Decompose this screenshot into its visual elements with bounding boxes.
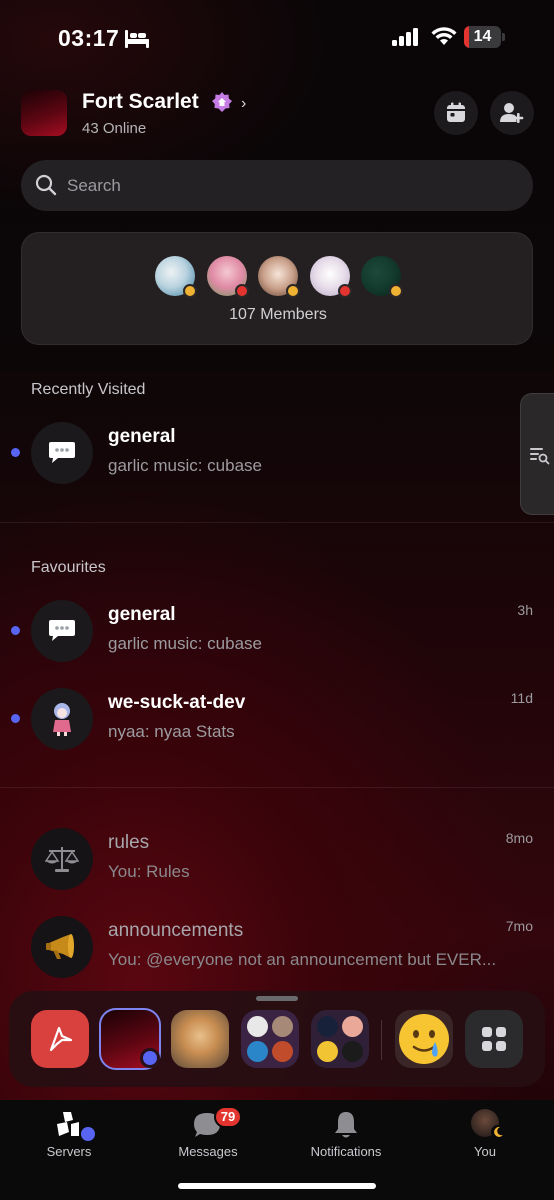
dock-server-folder-1[interactable] [241,1010,299,1068]
chevron-right-icon[interactable]: › [241,95,246,113]
search-bar[interactable] [21,160,533,211]
channel-name: we-suck-at-dev [108,692,246,713]
channel-icon [31,916,93,978]
dnd-status-icon [338,284,352,298]
invite-button[interactable] [490,91,534,135]
dnd-status-icon [235,284,249,298]
timestamp: 8mo [505,830,533,846]
channel-name: announcements [108,920,244,941]
channel-icon [31,688,93,750]
dock-separator [381,1020,382,1060]
grid-icon [482,1027,506,1051]
sleep-mode-icon [125,30,149,48]
section-divider [0,787,554,788]
home-indicator [178,1183,376,1189]
megaphone-icon [46,934,74,959]
dock-drag-handle[interactable] [256,996,298,1001]
server-boost-badge-icon [212,92,232,112]
search-icon [35,174,57,196]
member-count: 107 Members [229,306,327,323]
channel-row-general-recent[interactable]: general garlic music: cubase 3 [0,412,554,492]
unread-indicator [11,626,20,635]
dock-server-folder-2[interactable] [311,1010,369,1068]
battery-indicator: 14 [464,26,506,48]
dock-app-dog[interactable] [171,1010,229,1068]
channel-row-we-suck-at-dev[interactable]: we-suck-at-dev nyaa: nyaa Stats 11d [0,678,554,758]
channel-name: rules [108,832,150,853]
add-user-icon [500,103,524,123]
dock-emoji-app[interactable] [395,1010,453,1068]
tab-label: Messages [178,1144,238,1159]
speech-bubble-icon [49,442,75,463]
bell-icon [335,1112,357,1138]
tab-notifications[interactable]: Notifications [296,1108,396,1168]
unread-indicator [11,448,20,457]
server-name[interactable]: Fort Scarlet [82,90,199,114]
list-search-icon [530,448,550,465]
dock-app-1[interactable] [31,1010,89,1068]
server-icon[interactable] [21,90,67,136]
channel-name: general [108,426,176,447]
dock-more-button[interactable] [465,1010,523,1068]
wifi-icon [431,27,457,45]
member-list-drawer-tab[interactable] [520,393,554,515]
channel-icon [31,600,93,662]
signal-icon [392,28,418,46]
channel-icon [31,422,93,484]
scales-icon [45,847,79,872]
channel-row-announcements[interactable]: announcements You: @everyone not an anno… [0,906,554,986]
idle-status-icon [286,284,300,298]
last-message: You: Rules [108,862,190,881]
last-message: garlic music: cubase [108,456,263,475]
status-time: 03:17 [58,25,120,51]
section-divider [0,522,554,523]
channel-row-rules[interactable]: rules You: Rules 8mo [0,818,554,898]
timestamp: 3h [517,602,533,618]
anime-girl-icon [53,703,71,736]
bird-logo-icon [49,1026,73,1052]
section-recently-visited: Recently Visited [31,381,146,398]
idle-moon-icon [491,1125,505,1139]
tab-label: You [474,1144,496,1159]
tab-servers[interactable]: Servers [19,1108,119,1168]
selected-server-indicator [140,1048,160,1068]
battery-level: 14 [473,28,492,45]
tab-you[interactable]: You [435,1108,535,1168]
calendar-icon [447,102,465,122]
last-message: garlic music: cubase [108,634,263,653]
channel-name: general [108,604,176,625]
events-button[interactable] [434,91,478,135]
timestamp: 7mo [505,918,533,934]
search-input[interactable] [67,160,507,211]
idle-status-icon [389,284,403,298]
tab-label: Notifications [310,1144,382,1159]
last-message: You: @everyone not an announcement but E… [108,950,497,969]
unread-badge: 79 [214,1106,242,1128]
unread-indicator [11,714,20,723]
section-favourites: Favourites [31,559,106,576]
speech-bubble-icon [49,620,75,641]
timestamp: 11d [510,690,533,706]
crying-smile-emoji-icon [399,1014,449,1064]
status-bar: 03:17 14 [0,0,554,70]
online-count: 43 Online [82,120,147,137]
last-message: nyaa: nyaa Stats [108,722,235,741]
servers-icon [57,1112,95,1141]
channel-icon [31,828,93,890]
idle-status-icon [183,284,197,298]
tab-messages[interactable]: 79 Messages [158,1106,258,1168]
channel-row-general[interactable]: general garlic music: cubase 3h [0,590,554,670]
members-card[interactable]: 107 Members [21,232,533,345]
tab-label: Servers [46,1144,92,1159]
